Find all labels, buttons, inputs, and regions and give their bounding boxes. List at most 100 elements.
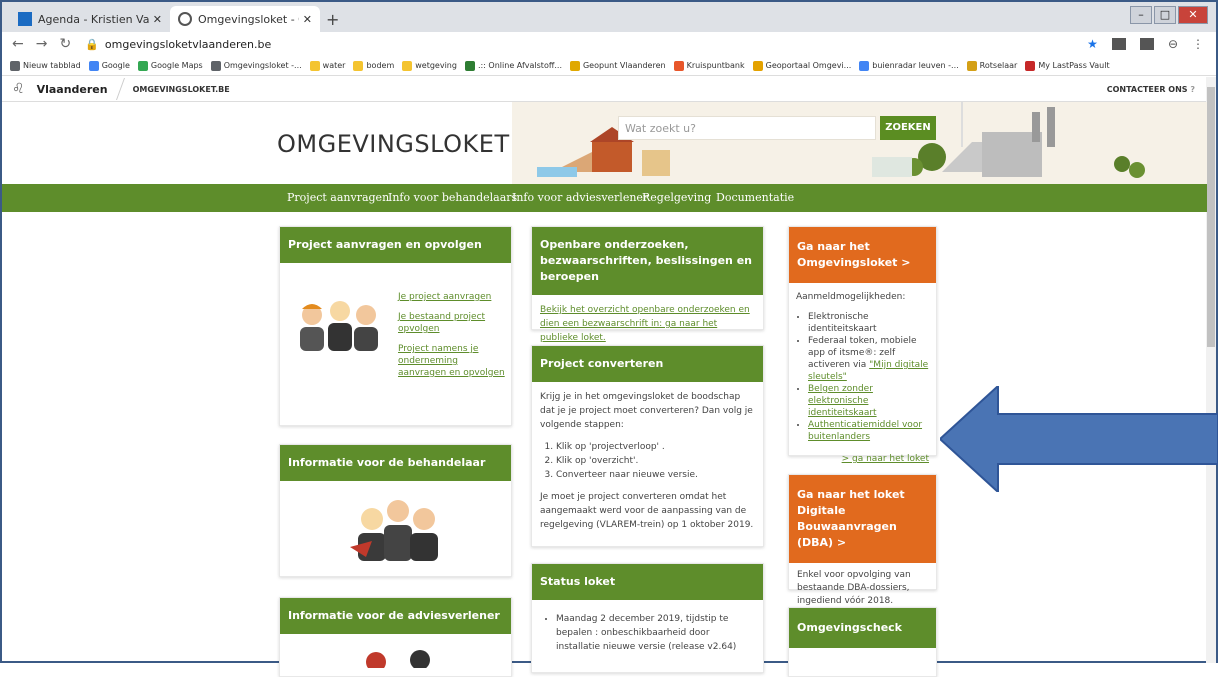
close-window-button[interactable]: ✕ [1178, 6, 1208, 24]
bookmark-icon [966, 60, 977, 71]
bookmark-item[interactable]: Kruispuntbank [673, 60, 745, 71]
card-title-link[interactable]: Ga naar het Omgevingsloket > [789, 227, 936, 283]
site-header: ♌ Vlaanderen OMGEVINGSLOKET.BE CONTACTEE… [2, 77, 1207, 102]
officials-illustration [350, 500, 438, 561]
help-icon: ? [1190, 84, 1195, 94]
bookmark-item[interactable]: wetgeving [402, 60, 457, 71]
brand-vlaanderen[interactable]: Vlaanderen [37, 83, 108, 96]
bookmark-icon [859, 60, 870, 71]
bookmark-label: Nieuw tabblad [23, 61, 81, 70]
login-option: Belgen zonder elektronische identiteitsk… [808, 383, 929, 419]
menu-regelgeving[interactable]: Regelgeving [642, 191, 711, 204]
bookmark-item[interactable]: Geopunt Vlaanderen [569, 60, 666, 71]
bookmark-icon [752, 60, 763, 71]
scrollbar-thumb[interactable] [1207, 87, 1215, 347]
bookmark-label: My LastPass Vault [1038, 61, 1110, 70]
tab-agenda[interactable]: Agenda - Kristien Vandenbempt ✕ [10, 6, 170, 32]
bookmark-item[interactable]: .:: Online Afvalstoff... [464, 60, 562, 71]
annotation-arrow [940, 386, 1218, 492]
outro-text: Je moet je project converteren omdat het… [540, 492, 754, 530]
card-ga-naar-omgevingsloket: Ga naar het Omgevingsloket > Aanmeldmoge… [788, 226, 937, 464]
back-icon[interactable]: ← [12, 36, 24, 52]
card-dba-loket: Ga naar het loket Digitale Bouwaanvragen… [788, 474, 937, 606]
window-controls: – □ ✕ [1130, 6, 1208, 24]
menu-info-behandelaars[interactable]: Info voor behandelaars [388, 191, 517, 204]
vlaanderen-lion-icon[interactable]: ♌ [12, 81, 25, 97]
bookmark-label: wetgeving [415, 61, 457, 70]
bookmark-label: Google Maps [150, 61, 203, 70]
divider [115, 78, 125, 100]
step-item: Klik op 'projectverloop' . [556, 440, 755, 454]
reload-icon[interactable]: ↻ [59, 36, 71, 52]
bookmark-item[interactable]: water [309, 60, 346, 71]
bookmark-item[interactable]: bodem [353, 60, 395, 71]
search-button[interactable]: ZOEKEN [880, 116, 936, 140]
extension-icon[interactable] [1111, 38, 1126, 50]
step-item: Converteer naar nieuwe versie. [556, 468, 755, 482]
bookmark-icon [402, 60, 413, 71]
minimize-button[interactable]: – [1130, 6, 1152, 24]
url-field[interactable]: omgevingsloketvlaanderen.be [105, 38, 271, 51]
outlook-icon [18, 12, 32, 26]
tab-strip: Agenda - Kristien Vandenbempt ✕ Omgeving… [2, 2, 1216, 32]
main-menu: Project aanvragen Info voor behandelaars… [2, 184, 1207, 212]
bookmark-label: Rotselaar [979, 61, 1018, 70]
menu-project-aanvragen[interactable]: Project aanvragen [287, 191, 389, 204]
bookmark-item[interactable]: Omgevingsloket -... [210, 60, 302, 71]
menu-documentatie[interactable]: Documentatie [716, 191, 794, 204]
tab-omgevingsloket[interactable]: Omgevingsloket - Omgevingslo... ✕ [170, 6, 320, 32]
link-ga-naar-loket[interactable]: > ga naar het loket [842, 454, 929, 464]
step-item: Klik op 'overzicht'. [556, 454, 755, 468]
menu-icon[interactable]: ⋮ [1192, 37, 1204, 51]
people-illustration [300, 301, 378, 351]
bookmark-item[interactable]: Geoportaal Omgevi... [752, 60, 852, 71]
card-title: Project converteren [532, 346, 763, 382]
bookmark-label: Geoportaal Omgevi... [765, 61, 852, 70]
extension-icon[interactable] [1139, 38, 1154, 50]
menu-info-adviesverlener[interactable]: Info voor adviesverlener [512, 191, 648, 204]
card-omgevingscheck: Omgevingscheck [788, 607, 937, 677]
link-project-aanvragen[interactable]: Je project aanvragen [398, 291, 508, 303]
profile-icon[interactable]: ⊖ [1168, 37, 1178, 51]
bookmark-item[interactable]: Google Maps [137, 60, 203, 71]
intro-text: Krijg je in het omgevingsloket de boodsc… [540, 392, 753, 430]
new-tab-button[interactable]: + [326, 10, 339, 29]
login-option: Authenticatiemiddel voor buitenlanders [808, 419, 929, 443]
forward-icon[interactable]: → [36, 36, 48, 52]
bookmark-icon [309, 60, 320, 71]
globe-icon [178, 12, 192, 26]
close-icon[interactable]: ✕ [303, 13, 312, 26]
card-title-link[interactable]: Ga naar het loket Digitale Bouwaanvragen… [789, 475, 936, 563]
card-title: Omgevingscheck [789, 608, 936, 648]
search-input[interactable]: Wat zoekt u? [618, 116, 876, 140]
link-project-onderneming[interactable]: Project namens je onderneming aanvragen … [398, 343, 508, 379]
link-publiek-loket[interactable]: Bekijk het overzicht openbare onderzoeke… [540, 305, 750, 343]
bookmark-item[interactable]: Nieuw tabblad [10, 60, 81, 71]
card-info-adviesverlener: Informatie voor de adviesverlener [279, 597, 512, 677]
card-title: Informatie voor de behandelaar [280, 445, 511, 481]
maximize-button[interactable]: □ [1154, 6, 1176, 24]
scrollbar[interactable] [1206, 77, 1216, 663]
link-buitenlanders[interactable]: Authenticatiemiddel voor buitenlanders [808, 420, 922, 442]
bookmark-label: water [322, 61, 346, 70]
subsite-link[interactable]: OMGEVINGSLOKET.BE [133, 85, 230, 94]
close-icon[interactable]: ✕ [153, 13, 162, 26]
link-belgen-zonder-eid[interactable]: Belgen zonder elektronische identiteitsk… [808, 384, 877, 418]
bookmark-item[interactable]: Rotselaar [966, 60, 1018, 71]
bookmark-icon [1025, 60, 1036, 71]
bookmark-item[interactable]: My LastPass Vault [1025, 60, 1110, 71]
card-project-aanvragen: Project aanvragen en opvolgen Je project… [279, 226, 512, 426]
lock-icon[interactable]: 🔒 [85, 38, 99, 51]
bookmark-item[interactable]: buienradar leuven -... [859, 60, 959, 71]
bookmark-item[interactable]: Google [88, 60, 130, 71]
bookmark-label: Google [101, 61, 130, 70]
factory-illustration [872, 102, 1145, 178]
star-icon[interactable]: ★ [1087, 37, 1098, 51]
bookmark-label: bodem [366, 61, 395, 70]
bookmark-icon [88, 60, 99, 71]
contact-link[interactable]: CONTACTEER ONS ? [1107, 85, 1195, 94]
card-project-converteren: Project converteren Krijg je in het omge… [531, 345, 764, 547]
banner [2, 102, 1207, 184]
link-project-opvolgen[interactable]: Je bestaand project opvolgen [398, 311, 508, 335]
site-logo[interactable]: OMGEVINGSLOKET [277, 130, 510, 158]
